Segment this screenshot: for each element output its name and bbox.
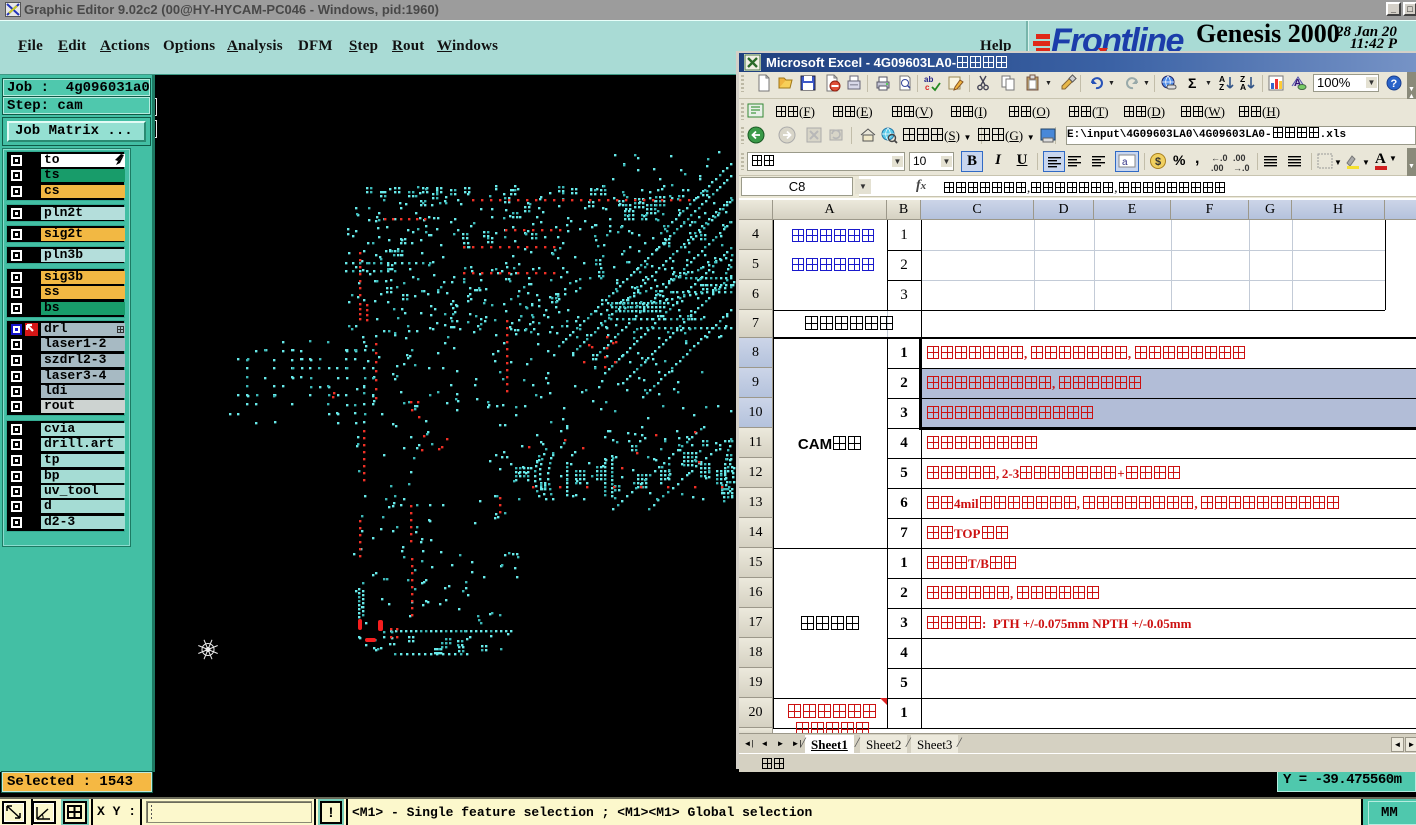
svg-text:c: c <box>925 83 930 92</box>
svg-text:A: A <box>1240 82 1246 92</box>
svg-text:Σ: Σ <box>1188 75 1196 91</box>
svg-text:a: a <box>1122 157 1128 168</box>
svg-text:?: ? <box>1391 78 1398 90</box>
svg-text:Z: Z <box>1219 82 1224 92</box>
svg-text:$: $ <box>1155 156 1161 168</box>
